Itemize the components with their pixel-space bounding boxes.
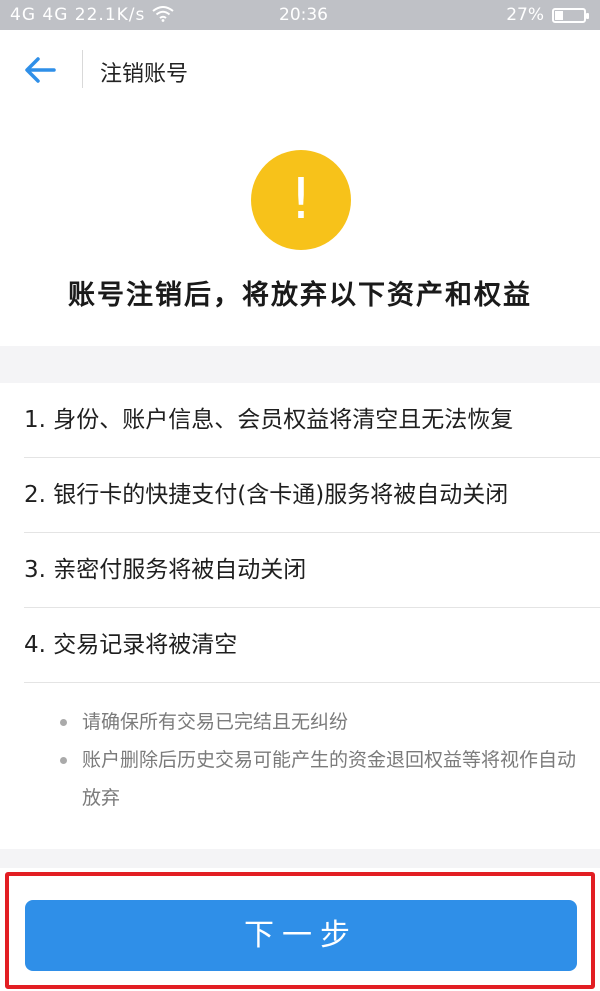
bullet-dot xyxy=(60,719,67,726)
warning-icon: ! xyxy=(251,150,351,250)
network-speed: 22.1K/s xyxy=(74,5,146,25)
next-step-button[interactable]: 下一步 xyxy=(25,900,577,971)
note-item-1: 请确保所有交易已完结且无纠纷 xyxy=(0,703,600,741)
warning-hero: ! 账号注销后，将放弃以下资产和权益 xyxy=(0,108,600,346)
rights-item-3: 3. 亲密付服务将被自动关闭 xyxy=(24,533,600,608)
back-arrow-icon[interactable] xyxy=(22,50,62,90)
note-item-2: 账户删除后历史交易可能产生的资金退回权益等将视作自动放弃 xyxy=(0,741,600,817)
rights-card: 1. 身份、账户信息、会员权益将清空且无法恢复 2. 银行卡的快捷支付(含卡通)… xyxy=(0,383,600,849)
battery-icon xyxy=(552,7,589,23)
rights-item-1: 1. 身份、账户信息、会员权益将清空且无法恢复 xyxy=(24,383,600,458)
nav-bar: 注销账号 xyxy=(0,30,600,108)
notes-list: 请确保所有交易已完结且无纠纷 账户删除后历史交易可能产生的资金退回权益等将视作自… xyxy=(0,703,600,817)
note-text: 请确保所有交易已完结且无纠纷 xyxy=(82,711,349,733)
footer: 下一步 xyxy=(0,868,600,991)
clock: 20:36 xyxy=(279,5,328,25)
rights-list: 1. 身份、账户信息、会员权益将清空且无法恢复 2. 银行卡的快捷支付(含卡通)… xyxy=(0,383,600,683)
rights-item-4: 4. 交易记录将被清空 xyxy=(24,608,600,683)
signal-speed: 4G 4G 22.1K/s xyxy=(10,5,174,25)
status-bar: 4G 4G 22.1K/s 20:36 27% xyxy=(0,0,600,30)
note-text: 账户删除后历史交易可能产生的资金退回权益等将视作自动放弃 xyxy=(82,749,577,809)
battery-percent: 27% xyxy=(506,5,544,25)
bullet-dot xyxy=(60,757,67,764)
page-title: 注销账号 xyxy=(100,62,189,87)
battery-status: 27% xyxy=(506,5,589,25)
wifi-icon xyxy=(152,6,174,22)
rights-item-2: 2. 银行卡的快捷支付(含卡通)服务将被自动关闭 xyxy=(24,458,600,533)
hero-title: 账号注销后，将放弃以下资产和权益 xyxy=(68,280,532,311)
signal-icon: 4G 4G xyxy=(10,5,69,25)
nav-divider xyxy=(82,50,83,88)
